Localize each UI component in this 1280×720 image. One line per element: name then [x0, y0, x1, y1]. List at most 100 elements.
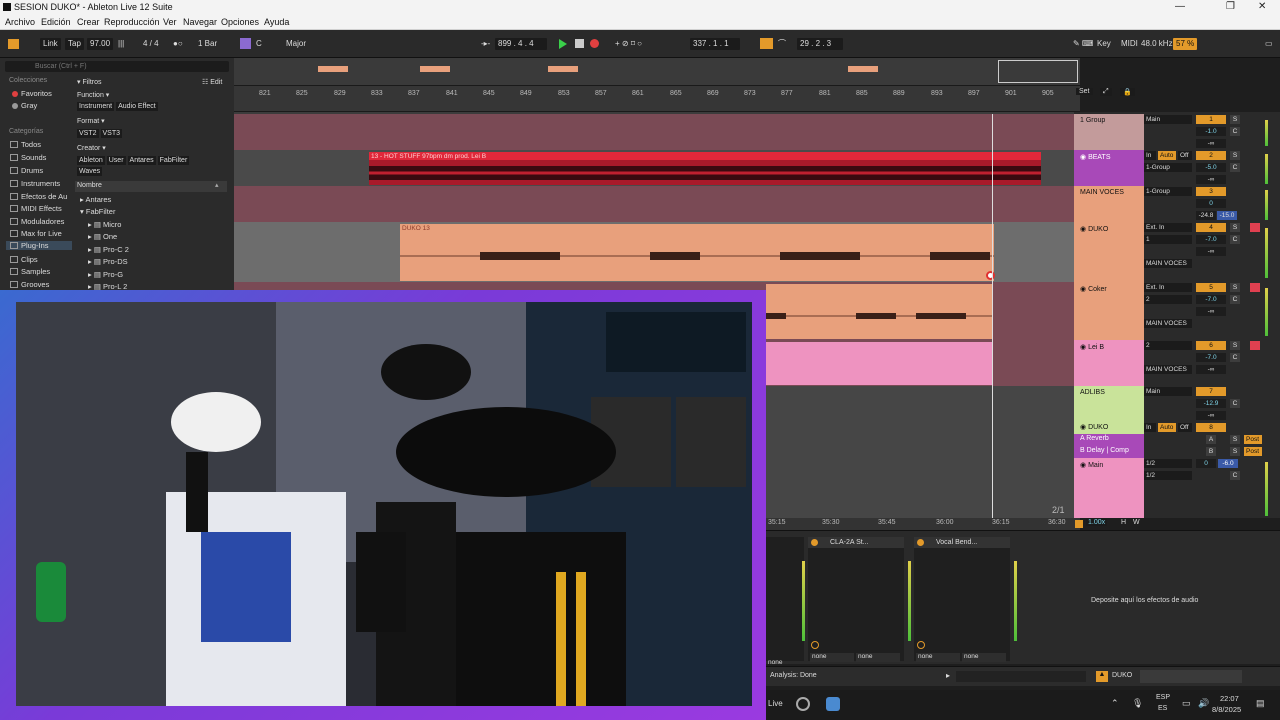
time-ruler[interactable]: 35:15 35:30 35:45 36:00 36:15 36:30: [766, 518, 1080, 530]
main-output-1[interactable]: 1/2: [1144, 459, 1192, 468]
main-output-2[interactable]: 1/2: [1144, 471, 1192, 480]
chip-user[interactable]: User: [106, 156, 126, 165]
lane-main-voces[interactable]: [234, 186, 1074, 222]
monitor-in[interactable]: In: [1144, 151, 1156, 160]
crossfade-button[interactable]: C: [1230, 235, 1240, 244]
arm-button[interactable]: [1250, 223, 1260, 232]
tree-item-pro-c2[interactable]: ▸ ▤ Pro-C 2: [88, 245, 129, 254]
chip-instrument[interactable]: Instrument: [77, 102, 115, 111]
track-header-duko-2[interactable]: ◉ DUKO: [1074, 422, 1144, 434]
category-plugins[interactable]: Plug-Ins: [6, 241, 72, 250]
warning-icon[interactable]: ▲: [1096, 671, 1108, 682]
tree-item-fabfilter[interactable]: ▾ FabFilter: [80, 207, 115, 216]
pan-field[interactable]: -∞: [1196, 411, 1226, 420]
width-button[interactable]: W: [1133, 519, 1140, 526]
position-field[interactable]: 899 . 4 . 4: [495, 38, 547, 50]
bar-ruler[interactable]: 821 825 829 833 837 841 845 849 853 857 …: [234, 86, 1093, 112]
device-1[interactable]: none: [766, 537, 804, 666]
punch-icon[interactable]: ⌒: [775, 38, 789, 50]
solo-button[interactable]: S: [1230, 341, 1240, 350]
clip-lei-b[interactable]: [766, 342, 992, 385]
loop-length-field[interactable]: 29 . 2 . 3: [797, 38, 843, 50]
filters-toggle[interactable]: ▾ Filtros: [77, 78, 102, 86]
function-filter[interactable]: Function ▾: [77, 91, 109, 99]
output-route[interactable]: MAIN VOCES: [1144, 319, 1192, 328]
zoom-icon[interactable]: [1075, 520, 1083, 528]
monitor-in[interactable]: In: [1144, 423, 1156, 432]
category-instruments[interactable]: Instruments: [10, 179, 60, 188]
solo-button[interactable]: S: [1230, 447, 1240, 456]
volume-field[interactable]: -1.0: [1196, 127, 1226, 136]
record-icon[interactable]: [590, 39, 599, 48]
clock-time[interactable]: 22:07: [1220, 694, 1239, 703]
menu-archivo[interactable]: Archivo: [5, 17, 35, 27]
category-drums[interactable]: Drums: [10, 166, 43, 175]
category-todos[interactable]: Todos: [10, 140, 41, 149]
maximize-icon[interactable]: ❐: [1226, 1, 1235, 12]
category-midi-effects[interactable]: MIDI Effects: [10, 204, 62, 213]
track-header-1-group[interactable]: 1 Group: [1074, 114, 1144, 150]
clip-hot-stuff[interactable]: 13 - HOT STUFF 97bpm dm prod. Lei B: [369, 152, 1041, 185]
output-route[interactable]: MAIN VOCES: [1144, 365, 1192, 374]
track-header-main[interactable]: ◉ Main: [1074, 458, 1144, 518]
monitor-auto[interactable]: Auto: [1158, 151, 1176, 160]
menu-crear[interactable]: Crear: [77, 17, 100, 27]
crossfade-button[interactable]: C: [1230, 163, 1240, 172]
track-header-duko[interactable]: ◉ DUKO: [1074, 222, 1144, 282]
network-icon[interactable]: ▭: [1182, 698, 1191, 709]
device-header[interactable]: CLA-2A St...: [808, 537, 904, 548]
language-code[interactable]: ESP: [1156, 694, 1170, 701]
clip-coker-13[interactable]: [766, 284, 992, 339]
chip-antares[interactable]: Antares: [127, 156, 156, 165]
track-activator[interactable]: 8: [1196, 423, 1226, 432]
name-column-header[interactable]: Nombre ▴: [75, 181, 227, 192]
arrangement-overview[interactable]: [234, 58, 1080, 86]
pan-field[interactable]: -∞: [1196, 307, 1226, 316]
track-header-lei-b[interactable]: ◉ Lei B: [1074, 340, 1144, 386]
category-audio-effects[interactable]: Efectos de Au: [10, 192, 67, 201]
return-track-b[interactable]: B Delay | Comp: [1074, 446, 1144, 458]
scale-select[interactable]: Major: [283, 38, 309, 50]
category-max-for-live[interactable]: Max for Live: [10, 229, 62, 238]
solo-button[interactable]: S: [1230, 115, 1240, 124]
zoom-field[interactable]: 1.00x: [1086, 519, 1108, 526]
tree-item-pro-g[interactable]: ▸ ▤ Pro-G: [88, 270, 123, 279]
key-map-button[interactable]: Key: [1094, 38, 1114, 50]
tempo-field[interactable]: 97.00: [87, 38, 114, 50]
crossfade-button[interactable]: C: [1230, 295, 1240, 304]
device-param[interactable]: none: [962, 653, 1006, 662]
input-type[interactable]: Ext. In: [1144, 223, 1192, 232]
clip-duko-13[interactable]: DUKO 13: [400, 224, 994, 281]
minimize-icon[interactable]: —: [1175, 1, 1185, 12]
obs-icon[interactable]: [796, 697, 810, 711]
loop-icon[interactable]: [760, 38, 773, 49]
collection-favoritos[interactable]: Favoritos: [12, 89, 52, 98]
metronome-icon[interactable]: |||: [115, 38, 127, 50]
category-grooves[interactable]: Grooves: [10, 280, 49, 289]
set-button[interactable]: Set: [1076, 88, 1093, 95]
creator-filter[interactable]: Creator ▾: [77, 144, 106, 152]
volume-field[interactable]: -7.0: [1196, 235, 1226, 244]
device-knob-icon[interactable]: [811, 641, 819, 649]
pan-field[interactable]: -∞: [1196, 365, 1226, 374]
pan-field[interactable]: -∞: [1196, 247, 1226, 256]
tree-item-one[interactable]: ▸ ▤ One: [88, 232, 117, 241]
tree-item-antares[interactable]: ▸ Antares: [80, 195, 111, 204]
drop-effects-hint[interactable]: Deposite aquí los efectos de audio: [1091, 597, 1198, 604]
key-select[interactable]: C: [253, 38, 265, 50]
lock-icon[interactable]: 🔒: [1120, 88, 1135, 96]
track-activator[interactable]: 6: [1196, 341, 1226, 350]
return-b-button[interactable]: B: [1206, 447, 1216, 456]
expand-icon[interactable]: ⤢: [1100, 88, 1112, 96]
notifications-icon[interactable]: ▤: [1256, 698, 1265, 709]
track-activator[interactable]: 1: [1196, 115, 1226, 124]
follow-icon[interactable]: -▸-: [478, 38, 493, 50]
arm-button[interactable]: [1250, 341, 1260, 350]
category-modulators[interactable]: Moduladores: [10, 217, 64, 226]
overdub-icon[interactable]: + ⊘ ⌑ ○: [612, 38, 645, 50]
device-power-icon[interactable]: [811, 539, 818, 546]
mini-overview[interactable]: [1140, 670, 1242, 683]
clock-date[interactable]: 8/8/2025: [1212, 705, 1241, 714]
device-param[interactable]: none: [768, 659, 782, 666]
track-header-coker[interactable]: ◉ Coker: [1074, 282, 1144, 340]
